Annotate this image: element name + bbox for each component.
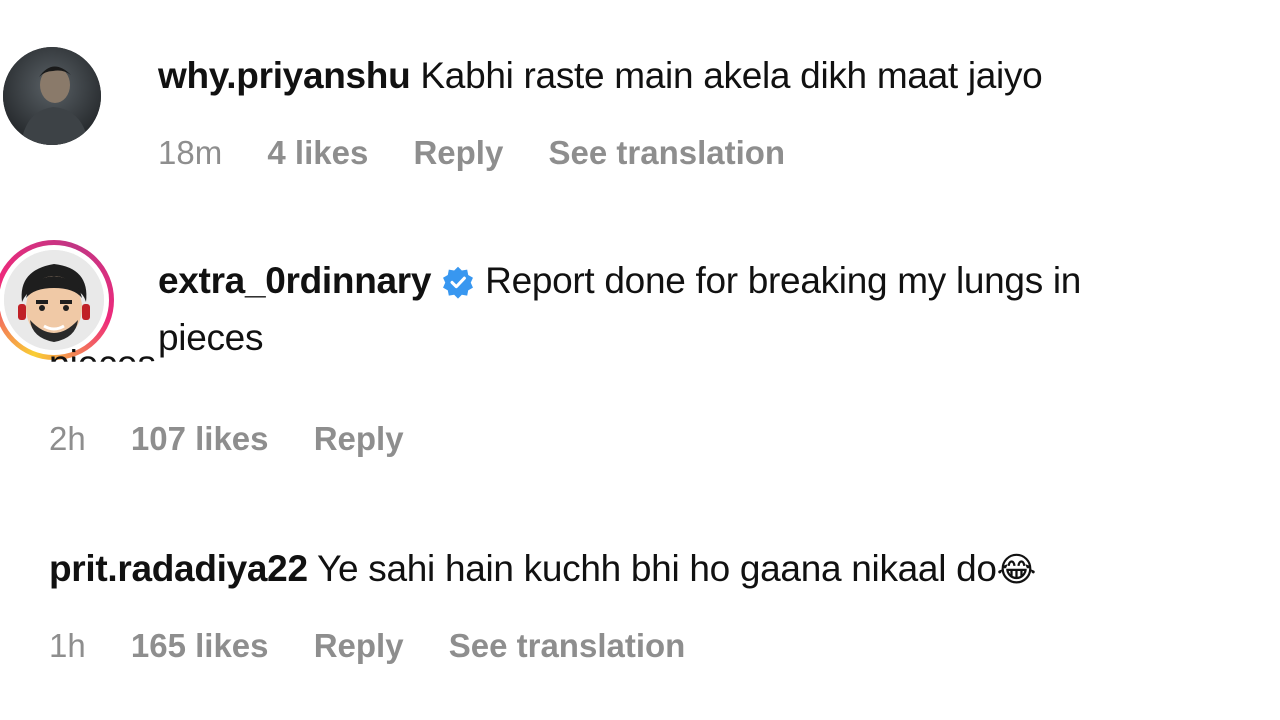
comment-username[interactable]: extra_0rdinnary bbox=[158, 260, 431, 301]
comment-meta: 18m 4 likes Reply See translation bbox=[158, 133, 821, 173]
likes-count[interactable]: 107 likes bbox=[131, 420, 269, 457]
comment-username[interactable]: prit.radadiya22 bbox=[49, 548, 308, 589]
reply-button[interactable]: Reply bbox=[314, 420, 404, 457]
comment-text-line: extra_0rdinnary Report done for breaking … bbox=[158, 259, 1081, 309]
avatar[interactable] bbox=[4, 250, 104, 350]
comment-body: Kabhi raste main akela dikh maat jaiyo bbox=[420, 55, 1043, 96]
avatar[interactable] bbox=[3, 47, 101, 145]
verified-badge-icon bbox=[441, 265, 475, 309]
comment-text-line-2: pieces bbox=[158, 316, 263, 360]
user-photo-avatar-icon bbox=[3, 47, 101, 145]
comment-username[interactable]: why.priyanshu bbox=[158, 55, 411, 96]
comment-time: 18m bbox=[158, 134, 223, 171]
comments-list: why.priyanshu Kabhi raste main akela dik… bbox=[0, 0, 1280, 720]
see-translation-button[interactable]: See translation bbox=[549, 134, 786, 171]
likes-count[interactable]: 165 likes bbox=[131, 627, 269, 664]
comment-text-line: prit.radadiya22 Ye sahi hain kuchh bhi h… bbox=[49, 547, 1036, 592]
reply-button[interactable]: Reply bbox=[314, 627, 404, 664]
comment-time: 2h bbox=[49, 420, 86, 457]
comment-time: 1h bbox=[49, 627, 86, 664]
ghost-text: pieces bbox=[49, 343, 156, 384]
comment-meta: 1h 165 likes Reply See translation bbox=[49, 626, 721, 666]
laughing-emoji-icon: 😂 bbox=[996, 551, 1037, 589]
reply-button[interactable]: Reply bbox=[413, 134, 503, 171]
comment-body-continued: pieces bbox=[158, 317, 264, 358]
see-translation-button[interactable]: See translation bbox=[449, 627, 686, 664]
comment-body: Report done for breaking my lungs in bbox=[485, 260, 1082, 301]
comment-body: Ye sahi hain kuchh bhi ho gaana nikaal d… bbox=[317, 548, 997, 589]
likes-count[interactable]: 4 likes bbox=[267, 134, 368, 171]
cartoon-avatar-icon bbox=[4, 250, 104, 350]
comment-text-line: why.priyanshu Kabhi raste main akela dik… bbox=[158, 54, 1043, 98]
comment-meta: 2h 107 likes Reply bbox=[49, 419, 440, 459]
ghost-text-artifact: pieces bbox=[49, 342, 156, 384]
